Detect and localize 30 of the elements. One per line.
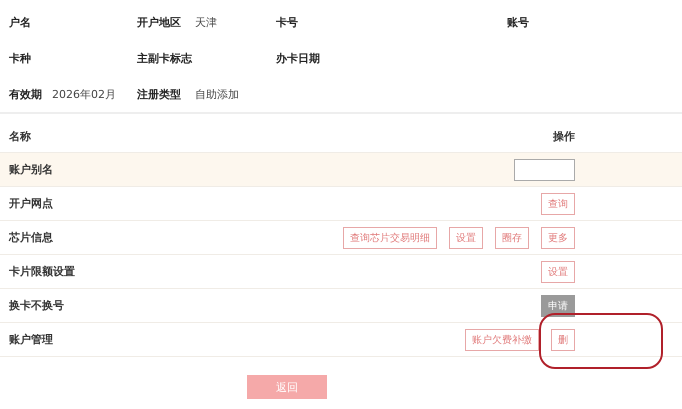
field-value: 天津	[195, 14, 217, 30]
field-label: 开户地区	[137, 14, 181, 30]
field-label: 卡号	[276, 14, 298, 30]
back-button[interactable]: 返回	[247, 375, 327, 399]
action-button[interactable]: 设置	[541, 260, 575, 282]
action-button[interactable]: 查询	[541, 192, 575, 214]
row-label: 账户管理	[9, 332, 54, 347]
input-field[interactable]	[514, 158, 575, 180]
column-header: 操作	[553, 128, 575, 144]
action-button[interactable]: 设置	[449, 226, 483, 248]
field-value: 2026年02月	[52, 86, 116, 102]
field-label: 账号	[507, 14, 529, 30]
field-label: 卡种	[9, 50, 31, 66]
field-label: 有效期	[9, 86, 42, 102]
column-header: 名称	[9, 128, 32, 144]
field-label: 主副卡标志	[137, 50, 192, 66]
row-label: 账户别名	[9, 162, 54, 177]
action-button[interactable]: 更多	[541, 226, 575, 248]
field-label: 办卡日期	[276, 50, 320, 66]
row-label: 开户网点	[9, 196, 54, 211]
action-button[interactable]: 删	[551, 328, 575, 350]
action-button[interactable]: 圈存	[495, 226, 529, 248]
field-label: 注册类型	[137, 86, 181, 102]
row-label: 芯片信息	[9, 230, 54, 245]
field-value: 自助添加	[195, 86, 239, 102]
action-button[interactable]: 查询芯片交易明细	[343, 226, 437, 248]
row-label: 卡片限额设置	[9, 264, 76, 279]
row-label: 换卡不换号	[9, 298, 65, 313]
field-label: 户名	[9, 14, 31, 30]
action-button[interactable]: 账户欠费补缴	[465, 328, 539, 350]
